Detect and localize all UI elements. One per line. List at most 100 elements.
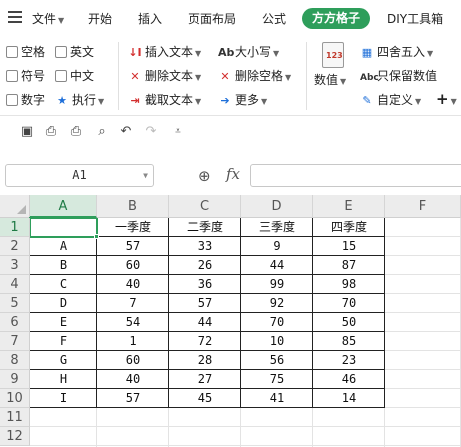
cell-a8[interactable]: G	[30, 351, 97, 369]
cell-d1[interactable]: 三季度	[241, 218, 313, 236]
column-header-a[interactable]: A	[30, 195, 97, 218]
cell-e6[interactable]: 50	[313, 313, 385, 331]
cell-a7[interactable]: F	[30, 332, 97, 350]
menu-insert[interactable]: 插入	[138, 10, 162, 27]
cell-d4[interactable]: 99	[241, 275, 313, 293]
fx-icon[interactable]: fx	[226, 165, 240, 183]
customize-toolbar-icon[interactable]: ⩡	[170, 124, 186, 140]
cell-d5[interactable]: 92	[241, 294, 313, 312]
cell-a9[interactable]: H	[30, 370, 97, 388]
cell-b5[interactable]: 7	[97, 294, 169, 312]
cell-d10[interactable]: 41	[241, 389, 313, 407]
row-header-8[interactable]: 8	[0, 351, 30, 370]
cell-a6[interactable]: E	[30, 313, 97, 331]
menu-fangfang[interactable]: 方方格子	[302, 8, 371, 29]
menu-home[interactable]: 开始	[88, 10, 112, 27]
undo-icon[interactable]: ↶	[118, 124, 134, 140]
column-header-e[interactable]: E	[313, 195, 385, 218]
insert-text-button[interactable]: ↓I 插入文本 ▼	[128, 44, 201, 62]
menu-file[interactable]: 文件 ▼	[32, 10, 64, 27]
name-box[interactable]: A1 ▼	[5, 164, 154, 187]
checkbox-english[interactable]: 英文	[55, 44, 94, 60]
select-all-corner[interactable]	[0, 195, 30, 218]
cell-c3[interactable]: 26	[169, 256, 241, 274]
cell-c9[interactable]: 27	[169, 370, 241, 388]
column-header-f[interactable]: F	[385, 195, 461, 218]
add-button[interactable]: + ▼	[436, 91, 457, 110]
cell-a4[interactable]: C	[30, 275, 97, 293]
find-icon[interactable]: ⌕	[94, 124, 110, 140]
cell-c5[interactable]: 57	[169, 294, 241, 312]
row-header-11[interactable]: 11	[0, 408, 30, 427]
delete-space-button[interactable]: ✕ 删除空格 ▼	[218, 68, 291, 86]
row-header-9[interactable]: 9	[0, 370, 30, 389]
row-header-10[interactable]: 10	[0, 389, 30, 408]
checkbox-number[interactable]: 数字	[6, 92, 45, 108]
cell-c4[interactable]: 36	[169, 275, 241, 293]
more-button[interactable]: ➔ 更多 ▼	[218, 92, 267, 110]
cell-e5[interactable]: 70	[313, 294, 385, 312]
row-header-7[interactable]: 7	[0, 332, 30, 351]
cell-c10[interactable]: 45	[169, 389, 241, 407]
cell-b9[interactable]: 40	[97, 370, 169, 388]
cell-c8[interactable]: 28	[169, 351, 241, 369]
print-icon[interactable]: ⎙	[68, 124, 84, 140]
zoom-icon[interactable]: ⊕	[198, 167, 211, 185]
row-header-4[interactable]: 4	[0, 275, 30, 294]
save-icon[interactable]: ▣	[19, 124, 35, 140]
checkbox-space[interactable]: 空格	[6, 44, 45, 60]
row-header-3[interactable]: 3	[0, 256, 30, 275]
cell-e10[interactable]: 14	[313, 389, 385, 407]
cell-b7[interactable]: 1	[97, 332, 169, 350]
cell-a3[interactable]: B	[30, 256, 97, 274]
cell-a5[interactable]: D	[30, 294, 97, 312]
cell-d7[interactable]: 10	[241, 332, 313, 350]
print-preview-icon[interactable]: ⎙	[43, 124, 59, 140]
cell-e8[interactable]: 23	[313, 351, 385, 369]
cell-b4[interactable]: 40	[97, 275, 169, 293]
cell-d3[interactable]: 44	[241, 256, 313, 274]
numeric-button[interactable]: 数值 ▼	[314, 72, 346, 90]
cell-c7[interactable]: 72	[169, 332, 241, 350]
cell-a10[interactable]: I	[30, 389, 97, 407]
cell-d6[interactable]: 70	[241, 313, 313, 331]
cell-d9[interactable]: 75	[241, 370, 313, 388]
cell-e2[interactable]: 15	[313, 237, 385, 255]
cell-b8[interactable]: 60	[97, 351, 169, 369]
cell-e1[interactable]: 四季度	[313, 218, 385, 236]
cell-a2[interactable]: A	[30, 237, 97, 255]
cell-b3[interactable]: 60	[97, 256, 169, 274]
row-header-6[interactable]: 6	[0, 313, 30, 332]
row-header-2[interactable]: 2	[0, 237, 30, 256]
hamburger-icon[interactable]	[8, 11, 22, 23]
menu-formula[interactable]: 公式	[262, 10, 286, 27]
case-button[interactable]: Ab大小写 ▼	[218, 44, 279, 62]
custom-button[interactable]: ✎ 自定义 ▼	[360, 92, 421, 110]
cell-d2[interactable]: 9	[241, 237, 313, 255]
fill-handle[interactable]	[94, 234, 99, 239]
round-button[interactable]: ▦ 四舍五入 ▼	[360, 44, 433, 62]
redo-icon[interactable]: ↷	[143, 124, 159, 140]
cell-c1[interactable]: 二季度	[169, 218, 241, 236]
row-header-12[interactable]: 12	[0, 427, 30, 446]
keep-value-button[interactable]: Abc只保留数值	[360, 68, 437, 86]
cell-e4[interactable]: 98	[313, 275, 385, 293]
cell-b1[interactable]: 一季度	[97, 218, 169, 236]
execute-button[interactable]: ★ 执行 ▼	[55, 92, 104, 110]
cell-e7[interactable]: 85	[313, 332, 385, 350]
checkbox-symbol[interactable]: 符号	[6, 68, 45, 84]
menu-page-layout[interactable]: 页面布局	[188, 10, 236, 27]
row-header-1[interactable]: 1	[0, 218, 30, 237]
cell-d8[interactable]: 56	[241, 351, 313, 369]
column-header-b[interactable]: B	[97, 195, 169, 218]
extract-text-button[interactable]: ⇥ 截取文本 ▼	[128, 92, 201, 110]
cell-e3[interactable]: 87	[313, 256, 385, 274]
formula-input[interactable]	[250, 164, 461, 187]
cell-b10[interactable]: 57	[97, 389, 169, 407]
delete-text-button[interactable]: ✕ 删除文本 ▼	[128, 68, 201, 86]
cell-b2[interactable]: 57	[97, 237, 169, 255]
cell-c6[interactable]: 44	[169, 313, 241, 331]
row-header-5[interactable]: 5	[0, 294, 30, 313]
column-header-d[interactable]: D	[241, 195, 313, 218]
cell-b6[interactable]: 54	[97, 313, 169, 331]
